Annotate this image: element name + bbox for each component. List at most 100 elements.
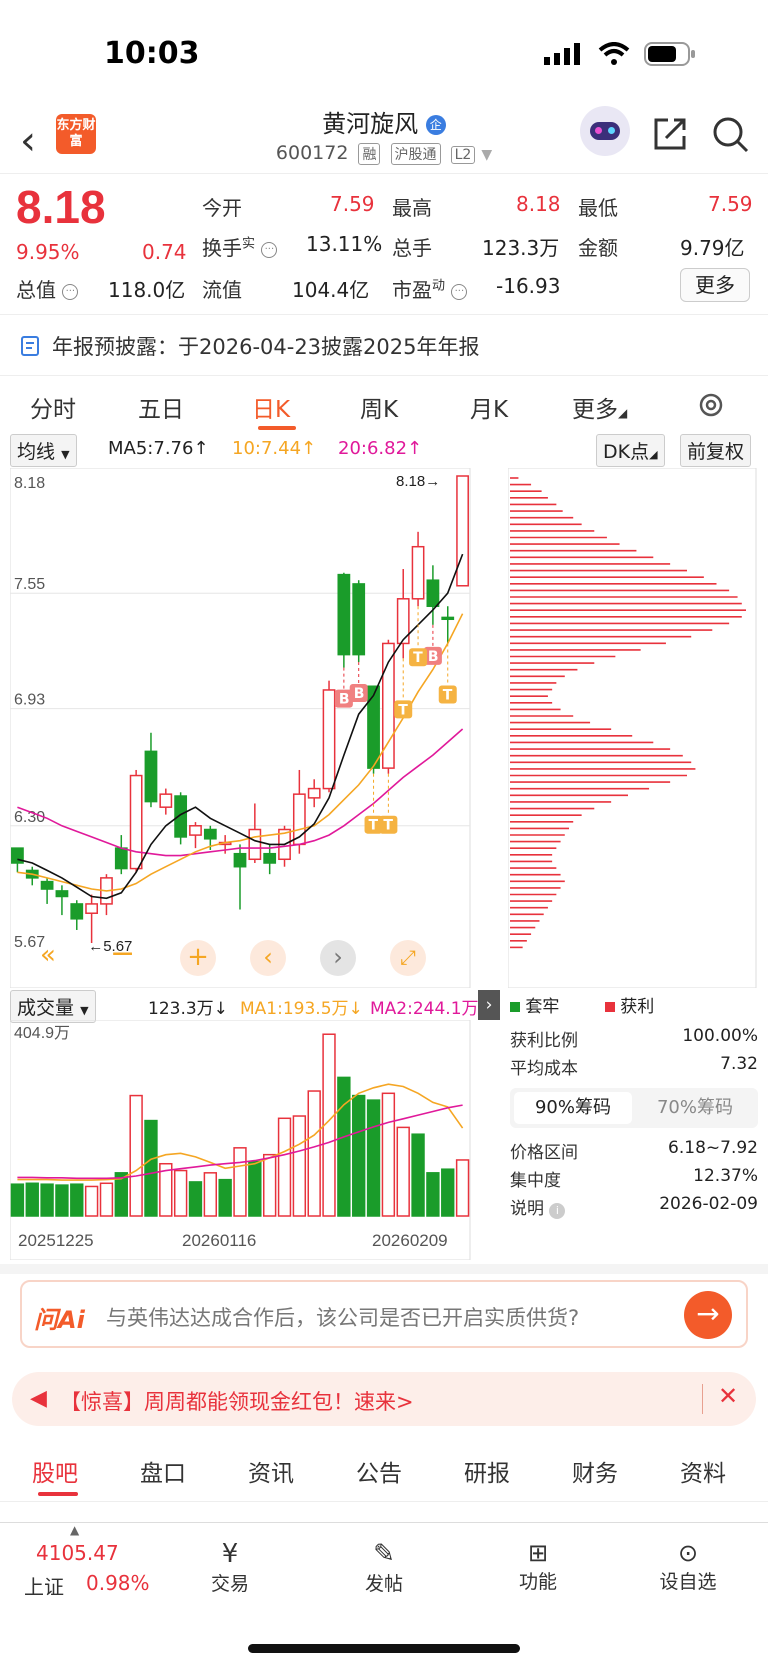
active-tab-indicator bbox=[38, 1492, 78, 1496]
ma-bar: 均线 ▼ MA5:7.76↑ 10:7.44↑ 20:6.82↑ DK点◢ 前复… bbox=[0, 434, 768, 468]
stock-name: 黄河旋风 bbox=[322, 110, 419, 138]
zoom-in-icon[interactable]: + bbox=[180, 940, 216, 976]
share-icon[interactable] bbox=[652, 116, 688, 152]
tab-profile[interactable]: 资料 bbox=[680, 1454, 726, 1488]
gear-icon[interactable] bbox=[696, 390, 726, 420]
candle-body bbox=[174, 795, 188, 838]
expand-arrow-icon[interactable]: › bbox=[478, 990, 500, 1020]
candle-body bbox=[367, 685, 380, 769]
indicator-select[interactable]: 均线 ▼ bbox=[10, 434, 77, 467]
tab-chip-90[interactable]: 90%筹码 bbox=[514, 1092, 632, 1124]
amount-label: 金额 bbox=[578, 236, 618, 260]
fullscreen-icon[interactable]: ⤢ bbox=[390, 940, 426, 976]
notice-bar[interactable]: 年报预披露：于2026-04-23披露2025年年报 bbox=[0, 314, 768, 376]
tab-orderbook[interactable]: 盘口 bbox=[140, 1454, 186, 1488]
low-label: 最低 bbox=[578, 196, 618, 220]
tab-intraday[interactable]: 分时 bbox=[30, 390, 76, 424]
tab-monthly-k[interactable]: 月K bbox=[470, 390, 508, 424]
volume-bar bbox=[292, 1115, 307, 1217]
candle-body bbox=[55, 890, 69, 898]
more-dots-icon: ⊙ bbox=[677, 1539, 699, 1567]
info-icon[interactable]: ··· bbox=[451, 283, 468, 300]
candle-body bbox=[233, 852, 247, 868]
close-icon[interactable]: ✕ bbox=[718, 1382, 738, 1410]
volume-bar bbox=[455, 1159, 470, 1217]
info-icon[interactable]: ··· bbox=[62, 283, 79, 300]
indicator-select-label: 均线 bbox=[17, 441, 56, 463]
tab-news[interactable]: 资讯 bbox=[248, 1454, 294, 1488]
volume-bar bbox=[262, 1153, 277, 1217]
candle-body bbox=[85, 903, 99, 914]
adjust-button[interactable]: 前复权 bbox=[680, 434, 752, 467]
tab-chip-70[interactable]: 70%筹码 bbox=[636, 1092, 754, 1124]
tab-finance[interactable]: 财务 bbox=[572, 1454, 618, 1488]
volume-bar bbox=[144, 1119, 158, 1217]
add-watchlist-button[interactable]: ⊙ 设自选 bbox=[638, 1539, 738, 1594]
volume-bar bbox=[396, 1126, 410, 1217]
volume-bar bbox=[426, 1172, 440, 1217]
turnover-label: 换手实 ··· bbox=[202, 232, 278, 261]
turnover-label-text: 换手 bbox=[202, 236, 242, 260]
high-annotation: 8.18→ bbox=[396, 473, 440, 490]
candle-body bbox=[322, 689, 336, 790]
buy-mark-label: B bbox=[339, 692, 350, 708]
ai-question-bar[interactable]: 问Ai 与英伟达达成合作后，该公司是否已开启实质供货? → bbox=[20, 1280, 748, 1348]
trade-button[interactable]: ¥ 交易 bbox=[180, 1539, 280, 1596]
candle-body bbox=[144, 750, 158, 803]
candle-body bbox=[248, 828, 262, 861]
index-value[interactable]: 4105.47 bbox=[36, 1541, 119, 1565]
chevron-right-icon[interactable]: › bbox=[320, 940, 356, 976]
volume-bar bbox=[441, 1168, 455, 1217]
chip-frame bbox=[508, 468, 757, 988]
legend-profit: 获利 bbox=[620, 997, 655, 1017]
sell-mark-label: T bbox=[398, 702, 408, 718]
kline-chart[interactable]: 8.187.556.936.305.678.18→←5.67B BBT TTTT bbox=[10, 468, 500, 988]
kline-tabs: 分时 五日 日K 周K 月K 更多◢ bbox=[0, 376, 768, 434]
more-button[interactable]: 更多 bbox=[680, 268, 750, 302]
tab-weekly-k[interactable]: 周K bbox=[360, 390, 398, 424]
tab-daily-k[interactable]: 日K bbox=[252, 390, 290, 424]
change-pct: 9.95% bbox=[16, 240, 80, 264]
arrow-right-icon[interactable]: → bbox=[684, 1291, 732, 1339]
chevron-left-icon[interactable]: ‹ bbox=[250, 940, 286, 976]
tab-forum[interactable]: 股吧 bbox=[32, 1454, 78, 1488]
info-icon[interactable]: i bbox=[549, 1203, 566, 1219]
pe-value: -16.93 bbox=[496, 274, 561, 298]
rewind-icon[interactable]: « bbox=[40, 940, 56, 970]
volume-bar bbox=[99, 1182, 114, 1217]
tab-five-day[interactable]: 五日 bbox=[138, 390, 184, 424]
tab-more-label: 更多 bbox=[572, 397, 618, 423]
candle-body bbox=[337, 573, 351, 656]
candle-body bbox=[263, 852, 277, 864]
candle-body bbox=[159, 793, 173, 808]
chip-tabs: 90%筹码 70%筹码 bbox=[510, 1088, 758, 1128]
volume-label: 总手 bbox=[392, 236, 432, 260]
amount-value: 9.79亿 bbox=[680, 236, 745, 260]
chevron-down-icon[interactable]: ▼ bbox=[481, 147, 492, 163]
volume-bar bbox=[129, 1094, 143, 1217]
tab-announcements[interactable]: 公告 bbox=[356, 1454, 402, 1488]
info-icon[interactable]: ··· bbox=[261, 241, 278, 258]
chip-row-value: 12.37% bbox=[693, 1166, 758, 1186]
profit-swatch bbox=[604, 1002, 615, 1012]
volume-chart[interactable]: 404.9万 20251225 20260116 20260209 bbox=[10, 1020, 500, 1260]
functions-button[interactable]: ⊞ 功能 bbox=[488, 1539, 588, 1594]
dk-point-select[interactable]: DK点◢ bbox=[596, 434, 665, 467]
volume-select[interactable]: 成交量 ▼ bbox=[10, 990, 96, 1023]
promo-banner[interactable]: ◀ 【惊喜】周周都能领现金红包！速来> ✕ bbox=[12, 1372, 756, 1426]
post-button[interactable]: ✎ 发帖 bbox=[334, 1539, 434, 1596]
status-time: 10:03 bbox=[104, 36, 200, 71]
candle-body bbox=[129, 774, 143, 870]
zoom-out-icon[interactable]: − bbox=[110, 936, 135, 971]
assistant-avatar[interactable] bbox=[580, 106, 630, 156]
volume-bar bbox=[248, 1160, 262, 1217]
tab-more[interactable]: 更多◢ bbox=[572, 390, 627, 424]
chip-row-value: 7.32 bbox=[720, 1054, 758, 1074]
y-tick-label: 7.55 bbox=[14, 576, 45, 593]
volume-bar bbox=[307, 1090, 321, 1217]
candle-body bbox=[441, 616, 455, 621]
chip-row-label: 平均成本 bbox=[510, 1059, 578, 1079]
tab-research[interactable]: 研报 bbox=[464, 1454, 510, 1488]
ai-placeholder[interactable]: 与英伟达达成合作后，该公司是否已开启实质供货? bbox=[106, 1302, 579, 1332]
search-icon[interactable] bbox=[712, 116, 750, 154]
